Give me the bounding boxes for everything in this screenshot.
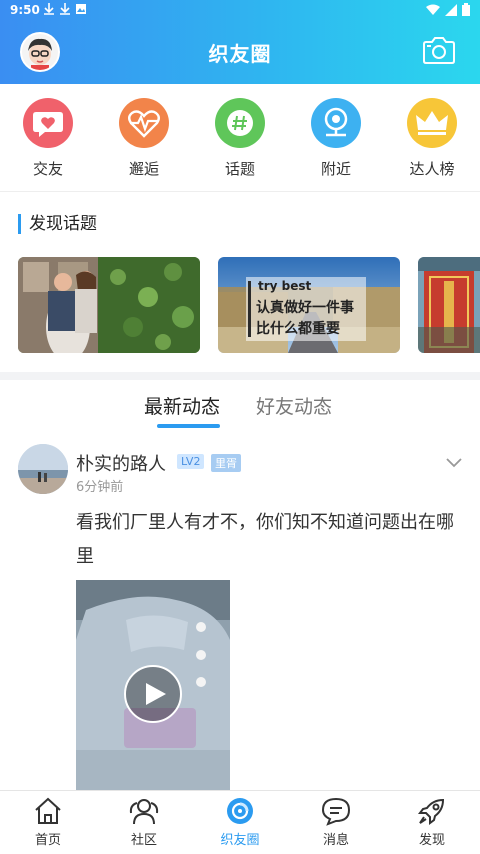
nav-label: 消息 (322, 833, 349, 848)
tab-friends[interactable]: 好友动态 (256, 392, 332, 419)
topic-line-2: 比什么都重要 (256, 321, 340, 337)
post-video[interactable] (76, 580, 230, 790)
category-label: 交友 (32, 160, 63, 178)
location-icon (311, 98, 361, 148)
wifi-icon (426, 4, 440, 15)
beach-photo-image (18, 444, 68, 494)
play-icon[interactable] (142, 681, 168, 707)
category-row: 交友 邂逅 话题 附近 达人榜 (0, 84, 480, 192)
nav-item-community[interactable]: 社区 (96, 795, 192, 848)
post-time: 6分钟前 (76, 480, 124, 495)
home-icon (35, 797, 61, 824)
category-label: 邂逅 (128, 160, 159, 178)
nav-label: 首页 (34, 833, 61, 848)
category-item-huati[interactable]: 话题 (200, 98, 280, 179)
category-label: 话题 (224, 160, 255, 178)
topic-card-door[interactable] (418, 257, 480, 353)
nav-item-home[interactable]: 首页 (0, 795, 96, 848)
bottom-nav: 首页 社区 织友圈 消息 发现 (0, 790, 480, 854)
nav-item-zhiyouquan[interactable]: 织友圈 (192, 795, 288, 848)
hashtag-icon (215, 98, 265, 148)
red-door-image (418, 257, 480, 353)
category-item-xiehou[interactable]: 邂逅 (104, 98, 184, 179)
category-label: 达人榜 (409, 160, 455, 178)
category-item-jiaoyou[interactable]: 交友 (8, 98, 88, 179)
app-root: 9:50 织友圈 交友 邂逅 话题 附近 达人榜 发现话题 try best 认… (0, 0, 480, 854)
category-item-fujin[interactable]: 附近 (296, 98, 376, 179)
couple-photo-image (18, 257, 200, 353)
image-icon (76, 4, 86, 14)
top-header: 9:50 织友圈 (0, 0, 480, 84)
status-time: 9:50 (10, 3, 40, 17)
page-title: 织友圈 (208, 42, 272, 66)
category-label: 附近 (320, 160, 351, 178)
post-username[interactable]: 朴实的路人 (76, 450, 166, 476)
nav-item-discover[interactable]: 发现 (384, 795, 480, 848)
status-right (426, 3, 470, 16)
heart-chat-icon (23, 98, 73, 148)
camera-icon[interactable] (422, 34, 456, 66)
heartbeat-icon (119, 98, 169, 148)
nav-label: 织友圈 (220, 833, 260, 848)
circle-friends-icon (227, 798, 253, 824)
tab-latest[interactable]: 最新动态 (144, 392, 220, 419)
feed-tabs: 最新动态 好友动态 (0, 380, 480, 430)
discover-section: 发现话题 try best 认真做好一件事 比什么都重要 (0, 192, 480, 372)
topic-card-couple[interactable] (18, 257, 200, 353)
message-icon (321, 797, 351, 826)
section-title: 发现话题 (18, 214, 97, 234)
rocket-icon (418, 798, 445, 825)
topic-card-try-best[interactable]: try best 认真做好一件事 比什么都重要 (218, 257, 400, 353)
section-divider (0, 372, 480, 380)
status-bar: 9:50 (0, 0, 480, 20)
post-text: 看我们厂里人有才不，你们知不知道问题出在哪里 (76, 512, 454, 567)
chevron-down-icon[interactable] (446, 458, 462, 468)
level-badge: LV2 (177, 454, 205, 469)
nav-item-messages[interactable]: 消息 (288, 795, 384, 848)
community-icon (129, 799, 159, 825)
nav-label: 社区 (130, 833, 157, 848)
notification-icons (44, 3, 86, 15)
topic-line-1: 认真做好一件事 (256, 300, 354, 316)
nav-label: 发现 (418, 833, 445, 848)
crown-icon (407, 98, 457, 148)
role-badge: 里胥 (211, 454, 241, 472)
signal-icon (445, 3, 457, 16)
category-item-darenbang[interactable]: 达人榜 (392, 98, 472, 179)
battery-icon (462, 3, 470, 16)
topic-tag: try best (258, 279, 312, 293)
download-icon (44, 3, 54, 15)
post-author-avatar[interactable] (18, 444, 68, 494)
download-icon (60, 3, 70, 15)
feed-post: 朴实的路人 LV2 里胥 6分钟前 看我们厂里人有才不，你们知不知道问题出在哪里 (0, 440, 480, 790)
tab-indicator (157, 424, 220, 428)
